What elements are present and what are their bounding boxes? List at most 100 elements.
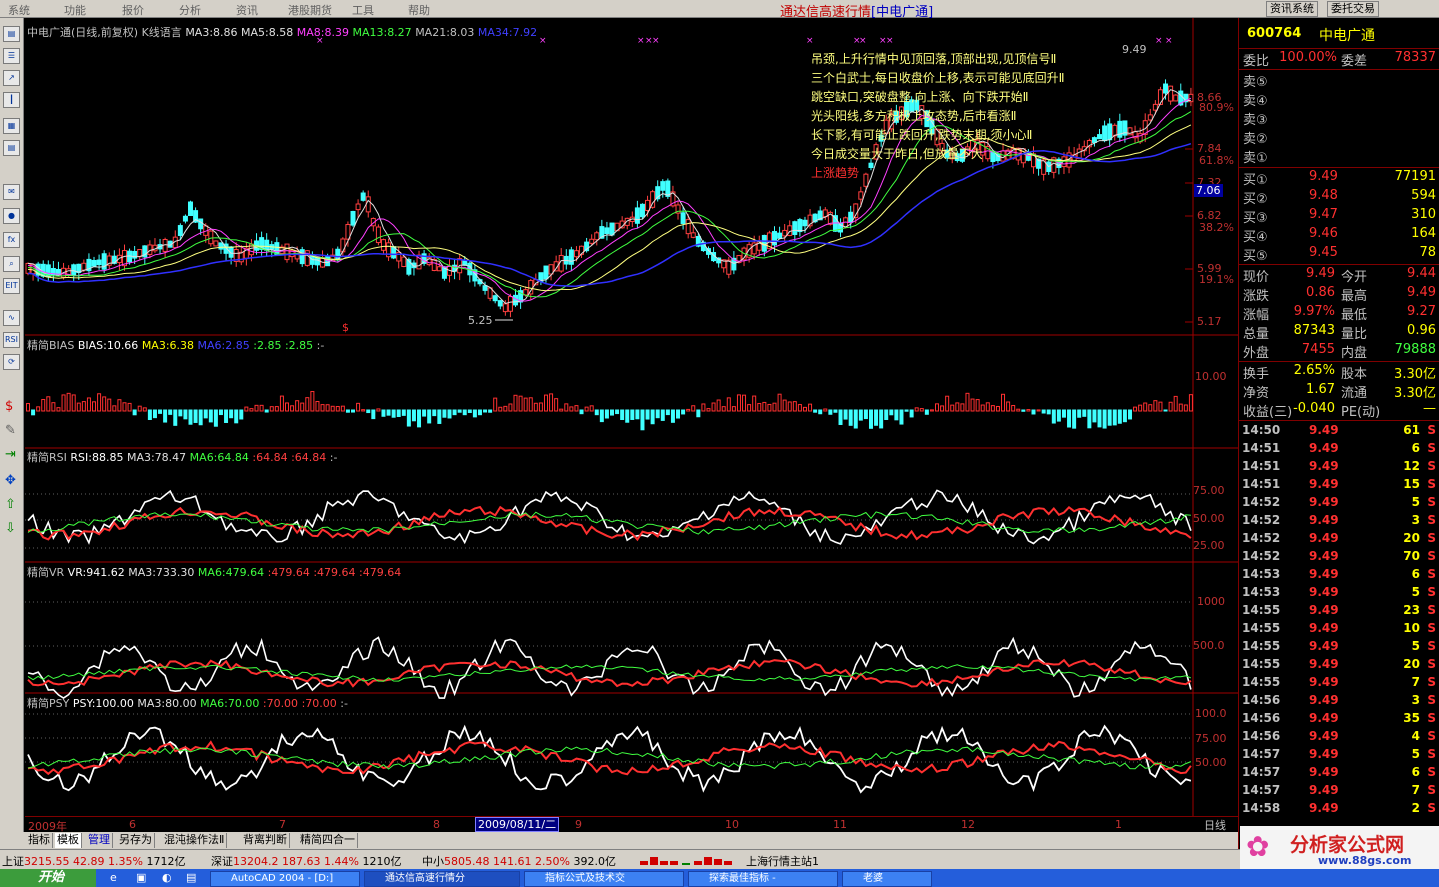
- sz-index[interactable]: 深证13204.2 187.63 1.44% 1210亿: [211, 853, 401, 869]
- stat-row-2: 涨跌 0.86 最高 9.49: [1243, 285, 1436, 304]
- refresh-icon[interactable]: ⟳: [3, 354, 20, 370]
- bias-bar: [183, 409, 188, 420]
- stat-row-5: 外盘 7455 内盘 79888: [1243, 342, 1436, 361]
- news-icon[interactable]: ▦: [3, 118, 20, 134]
- list-icon[interactable]: ☰: [3, 48, 20, 64]
- quicklaunch-desktop-icon[interactable]: ▣: [136, 871, 146, 884]
- bias-bar: [772, 402, 777, 412]
- menu-system[interactable]: 系统: [8, 2, 30, 18]
- candle-body: [264, 239, 270, 251]
- tab-template[interactable]: 模板: [55, 833, 82, 848]
- dollar-icon[interactable]: $: [5, 400, 13, 414]
- bias-bar: [477, 409, 482, 416]
- server-label[interactable]: 上海行情主站1: [746, 853, 819, 869]
- chart-icon[interactable]: ↗: [3, 70, 20, 86]
- bias-bar: [432, 409, 437, 417]
- candle-body: [213, 240, 219, 247]
- candle-body: [360, 192, 366, 201]
- wrench-icon[interactable]: ✎: [5, 424, 16, 438]
- bias-bar: [625, 409, 630, 423]
- task-wife[interactable]: 老婆: [842, 871, 932, 887]
- tick-row: 14:52 9.49 20 S: [1242, 531, 1436, 545]
- bias-bar: [1143, 402, 1148, 412]
- tab-save-as[interactable]: 另存为: [117, 833, 155, 848]
- tab-chaos[interactable]: 混沌操作法Ⅱ: [162, 833, 228, 848]
- bias-bar: [731, 406, 736, 412]
- group-icon[interactable]: ●: [3, 208, 20, 224]
- bias-bar: [168, 409, 173, 415]
- bias-bar: [914, 407, 919, 412]
- exit-icon[interactable]: ⇥: [5, 448, 16, 462]
- bias-bar: [1188, 394, 1193, 412]
- menu-function[interactable]: 功能: [64, 2, 86, 18]
- bias-bar: [396, 409, 401, 418]
- rsi-ma3-line: [27, 505, 1192, 542]
- period-label[interactable]: 日线: [1204, 817, 1226, 833]
- bias-bar: [1051, 409, 1056, 424]
- bias-bar: [61, 394, 66, 412]
- tab-divergence[interactable]: 背离判断: [241, 833, 290, 848]
- sme-index[interactable]: 中小5805.48 141.61 2.50% 392.0亿: [422, 853, 616, 869]
- arrow-up-icon[interactable]: ⇧: [5, 498, 16, 512]
- move-icon[interactable]: ✥: [5, 474, 16, 488]
- tab-indicator[interactable]: 指标: [26, 833, 53, 848]
- task-tdx[interactable]: 通达信高速行情分: [364, 871, 520, 887]
- trade-button[interactable]: 委托交易: [1327, 1, 1379, 17]
- start-button[interactable]: 开始: [0, 869, 96, 887]
- bias-bar: [483, 409, 488, 413]
- bias-bar: [879, 409, 884, 429]
- sh-index[interactable]: 上证3215.55 42.89 1.35% 1712亿: [2, 853, 185, 869]
- bias-bar: [518, 395, 523, 412]
- cursor-date: 2009/08/11/二: [475, 817, 560, 832]
- y-pct-2: 61.8%: [1199, 154, 1234, 167]
- candle-body: [274, 242, 280, 256]
- candle-body: [1168, 85, 1174, 102]
- chart-area[interactable]: × × × × × × × × × × × × $ 中电广通(日线,前复权) K线语言 MA3:8.86…: [25, 18, 1238, 816]
- tab-four-in-one[interactable]: 精简四合一: [298, 833, 358, 848]
- task-explore[interactable]: 探索最佳指标 -: [688, 871, 838, 887]
- wave-icon[interactable]: ∿: [3, 310, 20, 326]
- bias-bar: [665, 409, 670, 416]
- bias-bar: [422, 409, 427, 417]
- quicklaunch-ie-icon[interactable]: e: [110, 871, 117, 884]
- psy-tick-100: 100.0: [1195, 707, 1227, 720]
- candle-body: [589, 238, 595, 244]
- quicklaunch-folder-icon[interactable]: ▤: [186, 871, 196, 884]
- bias-bar: [1011, 404, 1016, 412]
- task-formula[interactable]: 指标公式及技术交: [524, 871, 684, 887]
- month-9: 9: [575, 818, 582, 831]
- mail-icon[interactable]: ✉: [3, 184, 20, 200]
- candle-body: [198, 218, 204, 230]
- tab-manage[interactable]: 管理: [86, 833, 113, 848]
- bias-bar: [163, 409, 168, 423]
- task-autocad[interactable]: AutoCAD 2004 - [D:]: [210, 871, 360, 887]
- menu-news[interactable]: 资讯: [236, 2, 258, 18]
- bias-bar: [985, 402, 990, 412]
- kline-icon[interactable]: ┃: [3, 92, 20, 108]
- menu-help[interactable]: 帮助: [408, 2, 430, 18]
- bias-bar: [924, 409, 929, 415]
- fx-icon[interactable]: fx: [3, 232, 20, 248]
- candle-body: [990, 150, 996, 163]
- bias-bar: [528, 397, 533, 412]
- bias-bar: [1178, 403, 1183, 412]
- signal-marker: ×: [1165, 36, 1173, 46]
- menu-hk-futures[interactable]: 港股期货: [288, 2, 332, 18]
- news-system-button[interactable]: 资讯系统: [1266, 1, 1318, 17]
- menu-icon[interactable]: ▤: [3, 26, 20, 42]
- eye-icon[interactable]: EIT: [3, 278, 20, 294]
- candle-body: [1102, 125, 1108, 142]
- arrow-down-icon[interactable]: ⇩: [5, 522, 16, 536]
- menu-quote[interactable]: 报价: [122, 2, 144, 18]
- month-12: 12: [961, 818, 975, 831]
- menu-tools[interactable]: 工具: [352, 2, 374, 18]
- quicklaunch-media-icon[interactable]: ◐: [162, 871, 172, 884]
- rsi-icon[interactable]: RSI: [3, 332, 20, 348]
- market-bars-icon: [640, 857, 732, 865]
- bias-bar: [950, 404, 955, 412]
- bias-bar: [1173, 395, 1178, 412]
- menu-analysis[interactable]: 分析: [179, 2, 201, 18]
- search-icon[interactable]: ⌕: [3, 256, 20, 272]
- bias-bar: [295, 400, 300, 412]
- table-icon[interactable]: ▤: [3, 140, 20, 156]
